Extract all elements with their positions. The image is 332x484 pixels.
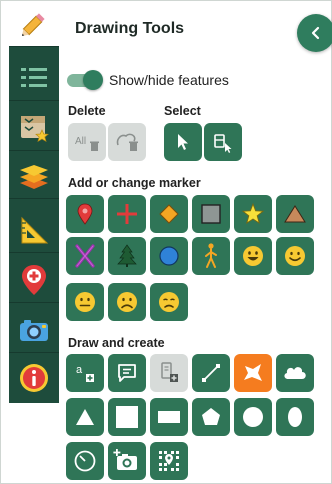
cloud-tool-button[interactable] [276, 354, 314, 392]
pin-icon [77, 203, 93, 225]
ellipse-tool-button[interactable] [276, 398, 314, 436]
toggle-label: Show/hide features [109, 72, 229, 88]
triangle-tool-button[interactable] [66, 398, 104, 436]
rail-item-camera[interactable] [9, 307, 59, 353]
draw-square-icon [116, 406, 138, 428]
radius-circle-icon [74, 450, 96, 472]
show-hide-toggle[interactable] [65, 70, 103, 90]
marker-tree-button[interactable] [108, 237, 146, 275]
drawing-tools-panel: Drawing Tools Show/hide features Delete … [0, 0, 332, 484]
marker-smile-button[interactable] [276, 237, 314, 275]
pentagon-tool-button[interactable] [192, 398, 230, 436]
marker-cross-button[interactable] [108, 195, 146, 233]
comment-icon [118, 364, 136, 382]
pencil-icon [21, 12, 45, 36]
x-mark-icon [75, 244, 95, 268]
add-note-icon [161, 362, 178, 382]
add-photo-tool-button[interactable] [108, 442, 146, 480]
location-icon [22, 264, 46, 295]
camera-icon [20, 319, 48, 341]
section-select: Select [164, 104, 201, 118]
cross-icon [117, 204, 137, 224]
measure-icon [21, 216, 49, 243]
delete-selected-button[interactable] [108, 123, 146, 161]
marker-frown-button[interactable] [150, 283, 188, 321]
draw-ellipse-icon [288, 407, 302, 427]
map-grid-tool-button[interactable] [150, 442, 188, 480]
square-tool-button[interactable] [108, 398, 146, 436]
measure-circle-tool-button[interactable] [66, 442, 104, 480]
rail-item-layers[interactable] [9, 153, 59, 199]
section-draw-create: Draw and create [68, 336, 165, 350]
line-icon [202, 364, 220, 382]
freehand-polygon-icon [244, 364, 262, 381]
marker-smile-big-button[interactable] [234, 237, 272, 275]
panel-title: Drawing Tools [75, 20, 185, 37]
circle-icon [159, 246, 179, 266]
person-icon [205, 243, 217, 268]
neutral-face-icon [75, 292, 95, 312]
pointer-icon [178, 134, 188, 150]
triangle-icon [284, 205, 306, 223]
draw-pentagon-icon [202, 408, 220, 425]
grin-face-icon [243, 246, 263, 266]
star-icon [241, 202, 265, 225]
rectangle-tool-button[interactable] [150, 398, 188, 436]
note-tool-button[interactable] [150, 354, 188, 392]
smile-face-icon [285, 246, 305, 266]
marker-diamond-button[interactable] [150, 195, 188, 233]
marker-triangle-button[interactable] [276, 195, 314, 233]
layers-icon [20, 164, 48, 189]
rail-item-info[interactable] [9, 355, 59, 401]
sad-face-icon [117, 292, 137, 312]
select-pointer-button[interactable] [164, 123, 202, 161]
tree-icon [117, 244, 137, 267]
draw-triangle-icon [76, 409, 94, 425]
show-hide-features-row[interactable]: Show/hide features [65, 69, 229, 91]
collapse-panel-button[interactable] [297, 14, 332, 52]
marker-square-button[interactable] [192, 195, 230, 233]
marker-circle-button[interactable] [150, 237, 188, 275]
marker-star-button[interactable] [234, 195, 272, 233]
marker-x-button[interactable] [66, 237, 104, 275]
diamond-icon [159, 204, 179, 224]
frown-face-icon [159, 292, 179, 312]
square-icon [201, 204, 221, 224]
draw-circle-icon [243, 407, 263, 427]
rail-item-location[interactable] [9, 257, 59, 303]
freehand-polygon-tool-button[interactable] [234, 354, 272, 392]
info-icon [20, 364, 48, 392]
text-tool-button[interactable]: a [66, 354, 104, 392]
line-tool-button[interactable] [192, 354, 230, 392]
select-area-button[interactable] [204, 123, 242, 161]
legend-icon [21, 67, 47, 87]
marker-pin-button[interactable] [66, 195, 104, 233]
svg-text:All: All [75, 136, 86, 147]
cloud-icon [284, 367, 306, 379]
add-text-icon: a [76, 364, 94, 382]
svg-text:a: a [76, 364, 83, 376]
comment-tool-button[interactable] [108, 354, 146, 392]
sidebar-rail [9, 1, 59, 403]
chevron-left-icon [311, 26, 320, 40]
section-delete: Delete [68, 104, 106, 118]
marker-neutral-button[interactable] [66, 283, 104, 321]
rail-item-drawing[interactable] [9, 1, 59, 47]
add-photo-icon [113, 449, 137, 470]
marker-person-button[interactable] [192, 237, 230, 275]
section-add-marker: Add or change marker [68, 176, 201, 190]
basemap-icon [21, 115, 49, 142]
marker-sad-button[interactable] [108, 283, 146, 321]
delete-shape-icon [116, 133, 138, 151]
circle-tool-button[interactable] [234, 398, 272, 436]
draw-rectangle-icon [158, 411, 180, 423]
delete-all-button[interactable]: All [68, 123, 106, 161]
rail-item-legend[interactable] [9, 55, 59, 101]
map-grid-icon [159, 451, 179, 471]
rail-item-measure[interactable] [9, 207, 59, 253]
select-area-icon [214, 134, 232, 153]
delete-all-icon: All [75, 136, 99, 151]
rail-item-basemap[interactable] [9, 105, 59, 151]
